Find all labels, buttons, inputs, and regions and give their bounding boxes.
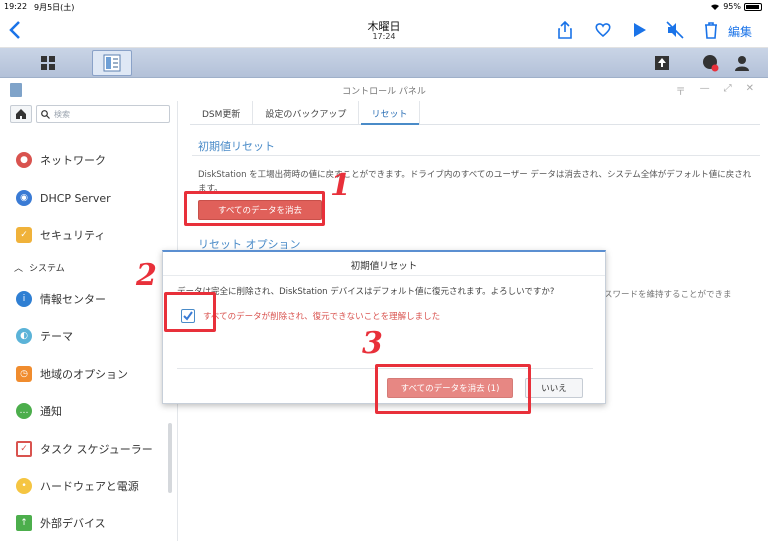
sidebar-item-label: 情報センター	[40, 293, 106, 306]
notification-tray-icon[interactable]	[700, 53, 720, 73]
sidebar-scrollbar[interactable]	[168, 423, 172, 493]
active-tab-indicator	[361, 123, 419, 125]
control-panel-icon	[103, 54, 121, 72]
status-time: 19:22	[4, 2, 28, 11]
control-panel-taskbar-button[interactable]	[92, 50, 132, 76]
shield-icon: ✓	[16, 227, 32, 243]
battery-icon	[744, 2, 762, 11]
dialog-message: データは完全に削除され、DiskStation デバイスはデフォルト値に復元され…	[177, 287, 555, 297]
dialog-title: 初期値リセット	[163, 252, 605, 276]
search-icon	[41, 109, 50, 119]
sidebar-item-theme[interactable]: ◐ テーマ	[16, 325, 73, 347]
sidebar-section-label: システム	[29, 264, 65, 274]
annotation-box-1	[184, 191, 325, 226]
mute-icon[interactable]	[666, 21, 684, 39]
sidebar: 検索 ● ネットワーク ◉ DHCP Server ✓ セキュリティ ︿ システ…	[0, 101, 178, 541]
palette-icon: ◐	[16, 328, 32, 344]
sidebar-item-regional[interactable]: ◷ 地域のオプション	[16, 363, 128, 385]
tab-dsm-update[interactable]: DSM更新	[190, 101, 254, 124]
dsm-taskbar	[0, 48, 768, 78]
minimize-icon[interactable]: —	[700, 83, 710, 98]
sidebar-item-hardware[interactable]: • ハードウェアと電源	[16, 475, 139, 497]
annotation-box-2	[164, 292, 216, 332]
confirm-checkbox-label[interactable]: すべてのデータが削除され、復元できないことを理解しました	[203, 310, 440, 322]
tab-config-backup[interactable]: 設定のバックアップ	[253, 101, 360, 124]
home-icon	[16, 109, 26, 119]
main-menu-button[interactable]	[22, 50, 74, 76]
sidebar-item-label: セキュリティ	[40, 229, 106, 242]
sidebar-item-label: ハードウェアと電源	[40, 480, 139, 493]
share-icon[interactable]	[556, 21, 574, 39]
sidebar-item-label: テーマ	[40, 330, 73, 343]
close-icon[interactable]: ✕	[746, 83, 754, 98]
upload-tray-icon[interactable]	[652, 53, 672, 73]
sidebar-item-dhcp[interactable]: ◉ DHCP Server	[16, 187, 111, 209]
edit-button[interactable]: 編集	[728, 23, 752, 40]
chevron-up-icon: ︿	[14, 264, 24, 274]
annotation-box-3	[375, 364, 531, 414]
sidebar-item-label: 地域のオプション	[40, 368, 128, 381]
annotation-number-2: 2	[136, 258, 157, 293]
section-title-factory-reset: 初期値リセット	[198, 140, 275, 153]
sidebar-item-external-devices[interactable]: ↑ 外部デバイス	[16, 512, 106, 534]
calendar-icon: ✓	[16, 441, 32, 457]
grid-icon	[41, 56, 55, 70]
annotation-number-1: 1	[330, 168, 351, 203]
options-icon[interactable]: 〒	[676, 83, 686, 98]
sidebar-item-notification[interactable]: … 通知	[16, 400, 62, 422]
sidebar-item-security[interactable]: ✓ セキュリティ	[16, 224, 105, 246]
search-input[interactable]: 検索	[36, 105, 170, 123]
window-titlebar: コントロール パネル 〒 — ⤢ ✕	[0, 79, 768, 101]
annotation-number-3: 3	[362, 326, 383, 361]
ios-status-bar: 19:22 9月5日(土) 95%	[0, 0, 768, 14]
dialog-cancel-button[interactable]: いいえ	[525, 378, 583, 398]
sidebar-search: 検索	[10, 105, 170, 123]
sidebar-item-label: ネットワーク	[40, 154, 106, 167]
external-device-icon: ↑	[16, 515, 32, 531]
sidebar-item-label: 外部デバイス	[40, 517, 106, 530]
play-icon[interactable]	[630, 21, 648, 39]
clock-icon: ◷	[16, 366, 32, 382]
dhcp-icon: ◉	[16, 190, 32, 206]
section-divider	[192, 155, 760, 156]
chat-icon: …	[16, 403, 32, 419]
user-tray-icon[interactable]	[732, 53, 752, 73]
maximize-icon[interactable]: ⤢	[724, 83, 732, 98]
photo-viewer-toolbar: 木曜日 17:24 編集	[0, 14, 768, 48]
sidebar-item-network[interactable]: ● ネットワーク	[16, 149, 106, 171]
heart-icon[interactable]	[594, 21, 612, 39]
sidebar-item-label: タスク スケジューラー	[40, 443, 153, 456]
battery-percent: 95%	[723, 2, 741, 11]
background-cut-text: スワードを維持することができま	[604, 290, 732, 300]
search-placeholder: 検索	[54, 109, 70, 119]
tab-bar: DSM更新 設定のバックアップ リセット	[190, 101, 760, 125]
sidebar-item-task-scheduler[interactable]: ✓ タスク スケジューラー	[16, 438, 153, 460]
trash-icon[interactable]	[702, 21, 720, 39]
status-right: 95%	[710, 2, 762, 11]
sidebar-item-label: DHCP Server	[40, 191, 111, 205]
network-icon: ●	[16, 152, 32, 168]
photo-subtitle: 17:24	[372, 32, 396, 41]
bulb-icon: •	[16, 478, 32, 494]
window-title: コントロール パネル	[342, 87, 426, 97]
tab-reset[interactable]: リセット	[359, 101, 421, 124]
home-button[interactable]	[10, 105, 32, 123]
sidebar-item-info-center[interactable]: i 情報センター	[16, 288, 106, 310]
wifi-icon	[711, 3, 720, 10]
info-icon: i	[16, 291, 32, 307]
window-controls: 〒 — ⤢ ✕	[676, 83, 754, 98]
status-date: 9月5日(土)	[34, 3, 75, 12]
sidebar-item-label: 通知	[40, 405, 62, 418]
sidebar-section-system[interactable]: ︿ システム	[14, 261, 65, 274]
